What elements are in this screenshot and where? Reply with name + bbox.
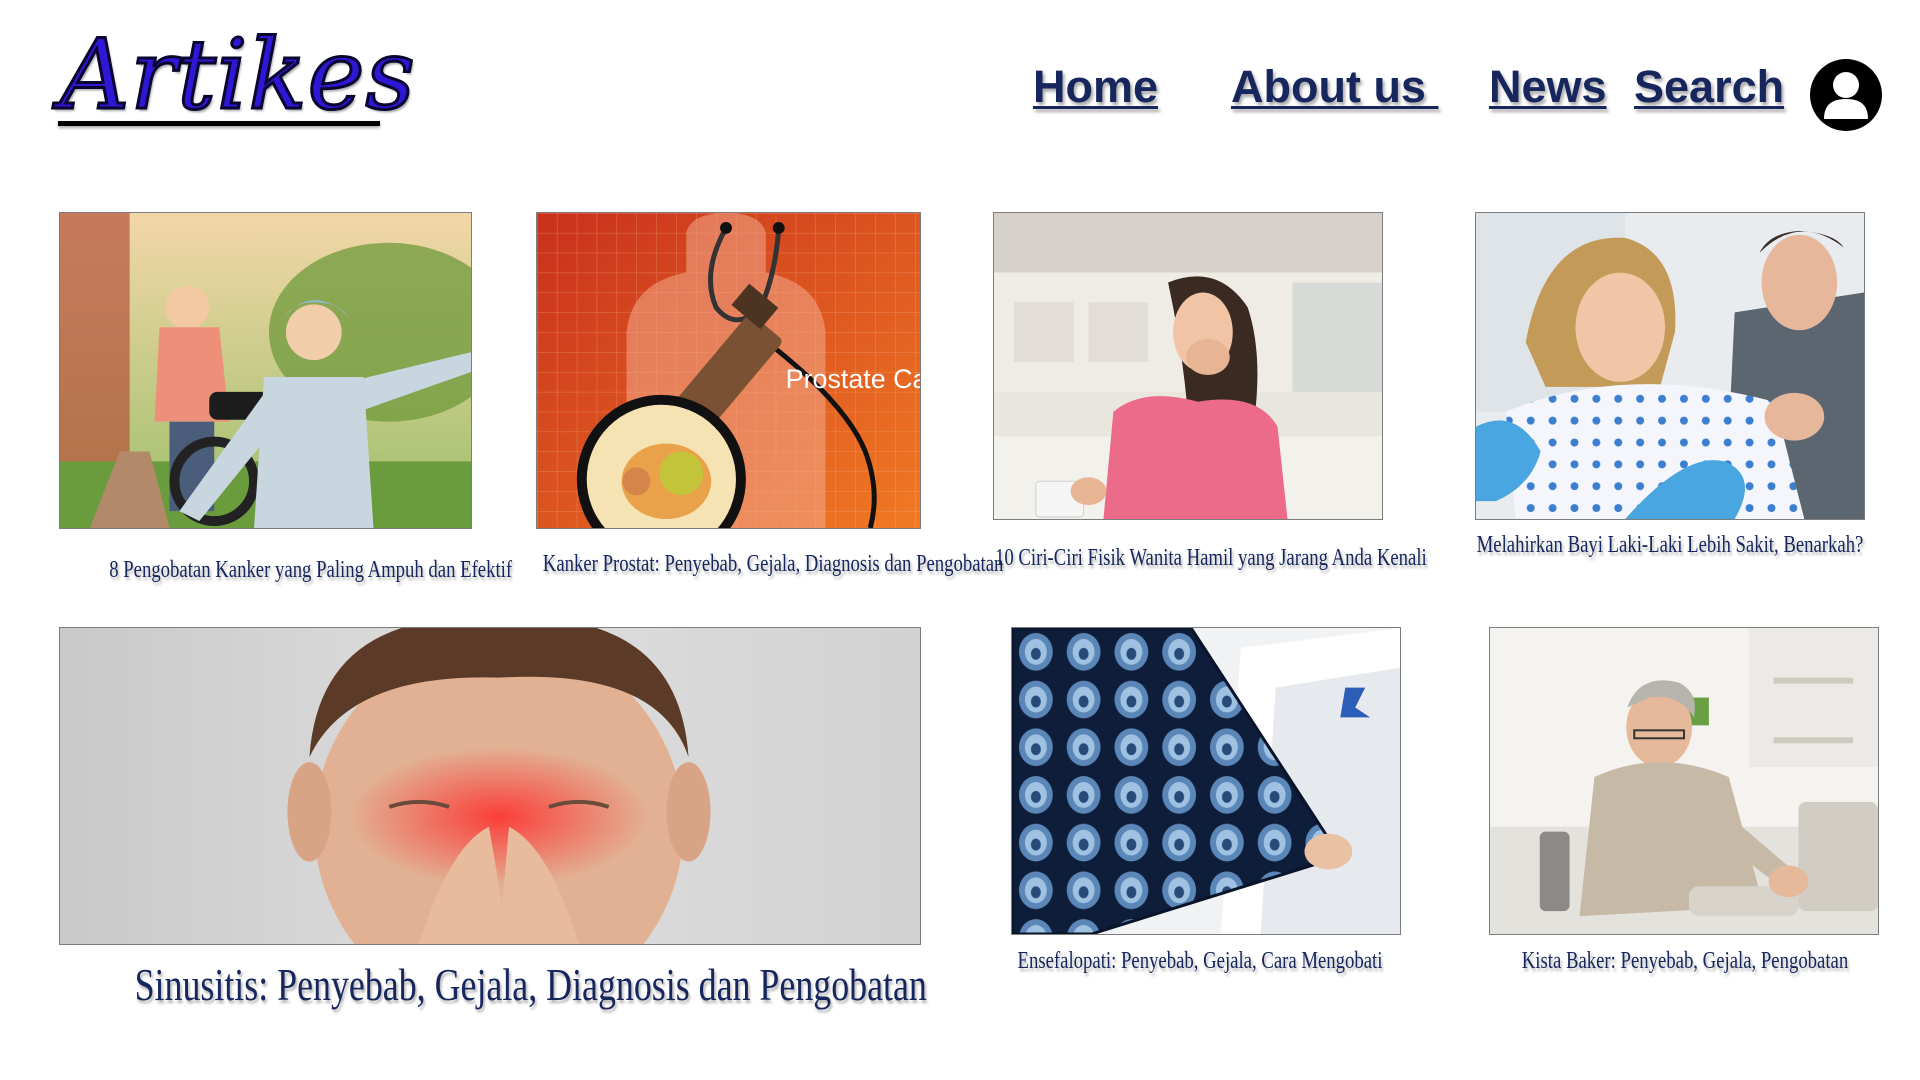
user-account-button[interactable] <box>1810 59 1882 131</box>
article-image-cancer-treatment[interactable] <box>59 212 472 529</box>
article-title[interactable]: 10 Ciri-Ciri Fisik Wanita Hamil yang Jar… <box>995 543 1427 573</box>
article-photo <box>1476 213 1864 519</box>
article-photo <box>1012 628 1400 934</box>
article-image-sinusitis[interactable] <box>59 627 921 945</box>
article-photo <box>60 213 471 528</box>
nav-about-link[interactable]: About us <box>1231 60 1438 114</box>
site-logo[interactable]: Artikes <box>58 19 416 132</box>
nav-home-link[interactable]: Home <box>1033 60 1158 114</box>
article-title[interactable]: Ensefalopati: Penyebab, Gejala, Cara Men… <box>1013 946 1387 976</box>
logo-underline <box>58 121 380 126</box>
article-photo: Prostate Ca <box>537 213 920 528</box>
article-image-prostate-cancer[interactable]: Prostate Ca <box>536 212 921 529</box>
nav-search-link[interactable]: Search <box>1634 60 1784 114</box>
user-avatar-icon <box>1824 72 1868 119</box>
article-title[interactable]: Melahirkan Bayi Laki-Laki Lebih Sakit, B… <box>1467 530 1873 560</box>
article-title[interactable]: Kista Baker: Penyebab, Gejala, Pengobata… <box>1494 946 1876 976</box>
article-image-encephalopathy[interactable] <box>1011 627 1401 935</box>
logo-text: Artikes <box>59 19 417 132</box>
article-image-childbirth[interactable] <box>1475 212 1865 520</box>
page: Artikes Home About us News Search 8 Peng… <box>0 0 1920 1080</box>
article-title[interactable]: Kanker Prostat: Penyebab, Gejala, Diagno… <box>543 549 1004 579</box>
article-title[interactable]: 8 Pengobatan Kanker yang Paling Ampuh da… <box>109 555 512 585</box>
article-title-featured[interactable]: Sinusitis: Penyebab, Gejala, Diagnosis d… <box>135 958 927 1012</box>
article-photo <box>60 628 920 944</box>
article-photo <box>994 213 1382 519</box>
article-photo <box>1490 628 1878 934</box>
image-caption-text: Prostate Ca <box>786 364 920 394</box>
nav-news-link[interactable]: News <box>1489 60 1607 114</box>
article-image-pregnant-woman[interactable] <box>993 212 1383 520</box>
article-image-baker-cyst[interactable] <box>1489 627 1879 935</box>
